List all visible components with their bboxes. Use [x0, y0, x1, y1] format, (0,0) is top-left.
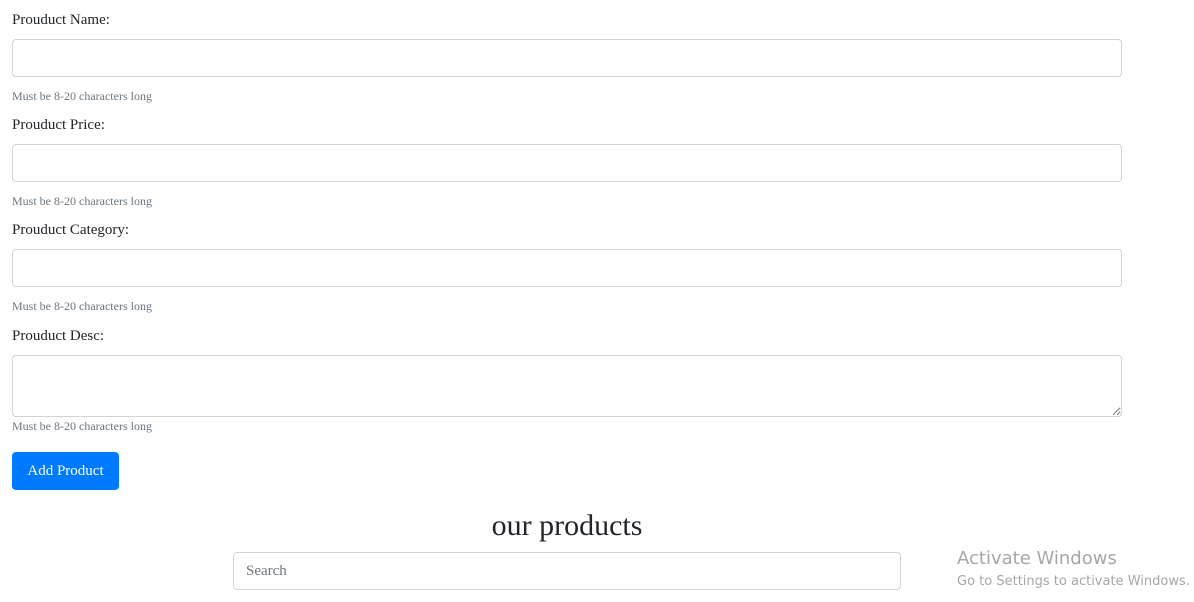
- page: Prouduct Name: Must be 8-20 characters l…: [0, 0, 1194, 602]
- product-desc-label: Prouduct Desc:: [12, 328, 105, 344]
- product-name-input[interactable]: [12, 39, 1122, 77]
- activate-windows-watermark: Activate Windows Go to Settings to activ…: [957, 547, 1190, 593]
- products-section-title: our products: [491, 509, 643, 542]
- watermark-subtitle: Go to Settings to activate Windows.: [957, 574, 1190, 589]
- add-product-button[interactable]: Add Product: [12, 452, 119, 490]
- product-name-help: Must be 8-20 characters long: [12, 89, 152, 103]
- product-name-label: Prouduct Name:: [12, 12, 110, 28]
- product-desc-textarea[interactable]: [12, 355, 1122, 417]
- product-category-input[interactable]: [12, 249, 1122, 287]
- watermark-title: Activate Windows: [957, 548, 1117, 569]
- search-input[interactable]: [233, 552, 901, 590]
- product-category-label: Prouduct Category:: [12, 222, 130, 238]
- product-price-label: Prouduct Price:: [12, 117, 105, 133]
- product-price-input[interactable]: [12, 144, 1122, 182]
- product-price-help: Must be 8-20 characters long: [12, 194, 152, 208]
- product-desc-help: Must be 8-20 characters long: [12, 419, 152, 433]
- product-category-help: Must be 8-20 characters long: [12, 299, 152, 313]
